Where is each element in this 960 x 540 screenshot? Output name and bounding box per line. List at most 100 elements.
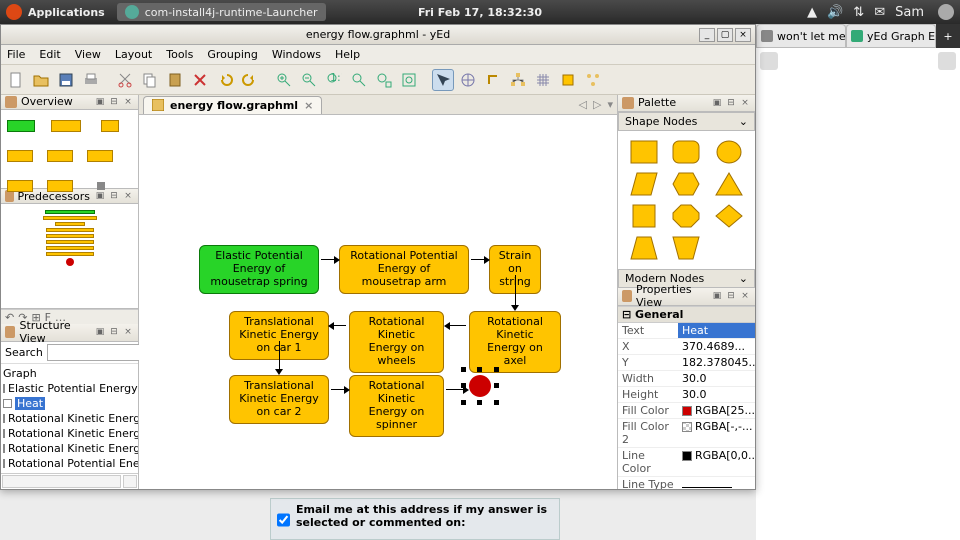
- panel-undock-button[interactable]: ▣: [711, 97, 723, 109]
- panel-close-button[interactable]: ×: [122, 96, 134, 108]
- zoom-fit-button[interactable]: [348, 69, 370, 91]
- graph-node[interactable]: Elastic Potential Energy of mousetrap sp…: [199, 245, 319, 294]
- panel-pin-button[interactable]: ⊟: [108, 326, 120, 338]
- property-row[interactable]: X370.4689...: [618, 339, 755, 355]
- email-notify-checkbox[interactable]: [277, 505, 290, 535]
- panel-close-button[interactable]: ×: [739, 290, 751, 302]
- save-button[interactable]: [55, 69, 77, 91]
- shape-diamond[interactable]: [714, 203, 744, 229]
- property-row[interactable]: Fill ColorRGBA[25...: [618, 403, 755, 419]
- graph-node[interactable]: Rotational Kinetic Energy on wheels: [349, 311, 444, 373]
- user-name[interactable]: Sam: [895, 5, 924, 20]
- property-row[interactable]: TextHeat: [618, 323, 755, 339]
- orthogonal-button[interactable]: [482, 69, 504, 91]
- panel-undock-button[interactable]: ▣: [94, 326, 106, 338]
- title-bar[interactable]: energy flow.graphml - yEd _ ▢ ×: [1, 25, 755, 45]
- zoom-selection-button[interactable]: [373, 69, 395, 91]
- menu-edit[interactable]: Edit: [39, 48, 60, 61]
- overview-panel[interactable]: [1, 110, 138, 190]
- shape-rect[interactable]: [629, 139, 659, 165]
- structure-panel-header[interactable]: Structure View ▣⊟×: [1, 324, 138, 342]
- star-icon[interactable]: [760, 52, 778, 70]
- close-button[interactable]: ×: [735, 28, 751, 42]
- tree-item[interactable]: Heat: [15, 397, 45, 410]
- property-value[interactable]: 182.378045...: [678, 355, 755, 370]
- paste-button[interactable]: [164, 69, 186, 91]
- overview-panel-header[interactable]: Overview ▣⊟×: [1, 95, 138, 110]
- property-row[interactable]: Line ColorRGBA[0,0...: [618, 448, 755, 477]
- property-value[interactable]: [678, 477, 755, 489]
- zoom-reset-button[interactable]: 1:1: [323, 69, 345, 91]
- shape-roundrect[interactable]: [671, 139, 701, 165]
- property-value[interactable]: Heat: [678, 323, 755, 338]
- browser-tab[interactable]: yEd Graph Editor: [846, 24, 936, 48]
- power-icon[interactable]: [938, 4, 954, 20]
- predecessors-panel-header[interactable]: Predecessors ▣⊟×: [1, 189, 138, 204]
- tree-item[interactable]: Rotational Kinetic Energy on: [8, 412, 138, 425]
- wrench-icon[interactable]: [938, 52, 956, 70]
- panel-undock-button[interactable]: ▣: [94, 190, 106, 202]
- menu-file[interactable]: File: [7, 48, 25, 61]
- panel-undock-button[interactable]: ▣: [94, 96, 106, 108]
- menu-grouping[interactable]: Grouping: [207, 48, 258, 61]
- menu-help[interactable]: Help: [335, 48, 360, 61]
- layout-button[interactable]: [582, 69, 604, 91]
- property-value[interactable]: RGBA[0,0...: [678, 448, 755, 476]
- taskbar-app-button[interactable]: com-install4j-runtime-Launcher: [117, 3, 326, 21]
- tab-list-button[interactable]: ▾: [607, 98, 613, 111]
- panel-close-button[interactable]: ×: [122, 326, 134, 338]
- property-row[interactable]: Line Type: [618, 477, 755, 489]
- undo-button[interactable]: [214, 69, 236, 91]
- nav-mode-button[interactable]: [457, 69, 479, 91]
- zoom-in-button[interactable]: [273, 69, 295, 91]
- graph-node-heat[interactable]: [469, 375, 491, 397]
- redo-button[interactable]: [239, 69, 261, 91]
- tab-close-button[interactable]: ×: [304, 99, 313, 112]
- shape-trapezoid2[interactable]: [671, 235, 701, 261]
- graph-node[interactable]: Rotational Kinetic Energy on axel: [469, 311, 561, 373]
- graph-node[interactable]: Rotational Potential Energy of mousetrap…: [339, 245, 469, 294]
- panel-undock-button[interactable]: ▣: [711, 290, 723, 302]
- shape-trapezoid[interactable]: [629, 235, 659, 261]
- palette-panel-header[interactable]: Palette ▣⊟×: [618, 95, 755, 112]
- cut-button[interactable]: [114, 69, 136, 91]
- shape-octagon[interactable]: [671, 203, 701, 229]
- shape-square[interactable]: [629, 203, 659, 229]
- menu-tools[interactable]: Tools: [166, 48, 193, 61]
- panel-pin-button[interactable]: ⊟: [108, 190, 120, 202]
- new-doc-button[interactable]: [5, 69, 27, 91]
- shape-ellipse[interactable]: [714, 139, 744, 165]
- document-tab[interactable]: energy flow.graphml ×: [143, 96, 322, 114]
- property-row[interactable]: Width30.0: [618, 371, 755, 387]
- copy-button[interactable]: [139, 69, 161, 91]
- property-row[interactable]: Y182.378045...: [618, 355, 755, 371]
- property-value[interactable]: 30.0: [678, 371, 755, 386]
- predecessors-panel[interactable]: [1, 204, 138, 309]
- tab-nav-prev[interactable]: ◁: [579, 98, 587, 111]
- pred-tool[interactable]: ↶: [5, 311, 14, 324]
- structure-tree[interactable]: Graph Elastic Potential Energy of m Heat…: [1, 364, 138, 473]
- property-row[interactable]: Height30.0: [618, 387, 755, 403]
- menu-layout[interactable]: Layout: [115, 48, 152, 61]
- tree-item[interactable]: Rotational Potential Energy o: [8, 457, 138, 470]
- edit-mode-button[interactable]: [432, 69, 454, 91]
- browser-tab[interactable]: won't let me w: [756, 24, 846, 48]
- fit-content-button[interactable]: [398, 69, 420, 91]
- menu-view[interactable]: View: [75, 48, 101, 61]
- applications-menu[interactable]: Applications: [28, 6, 105, 19]
- menu-windows[interactable]: Windows: [272, 48, 321, 61]
- panel-close-button[interactable]: ×: [739, 97, 751, 109]
- tree-item[interactable]: Rotational Kinetic Energy on: [8, 427, 138, 440]
- panel-pin-button[interactable]: ⊟: [725, 290, 737, 302]
- network-icon[interactable]: ⇅: [853, 5, 864, 20]
- snap-lines-button[interactable]: [557, 69, 579, 91]
- graph-canvas[interactable]: Elastic Potential Energy of mousetrap sp…: [139, 115, 617, 489]
- property-value[interactable]: RGBA[-,-...: [678, 419, 755, 447]
- open-button[interactable]: [30, 69, 52, 91]
- new-tab-button[interactable]: +: [936, 24, 960, 48]
- graph-node[interactable]: Translational Kinetic Energy on car 2: [229, 375, 329, 424]
- snap-grid-button[interactable]: [532, 69, 554, 91]
- maximize-button[interactable]: ▢: [717, 28, 733, 42]
- tree-item[interactable]: Elastic Potential Energy of m: [8, 382, 138, 395]
- property-row[interactable]: Fill Color 2RGBA[-,-...: [618, 419, 755, 448]
